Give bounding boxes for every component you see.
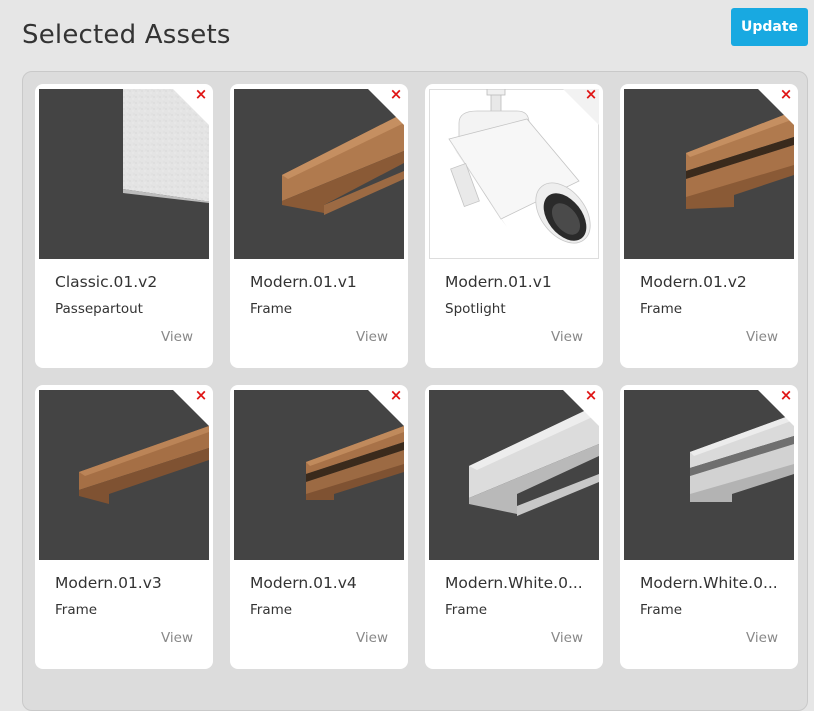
remove-asset-icon[interactable]: × [779,387,793,402]
selected-assets-panel: × Classic.01.v2 Passepartout View × Mode… [22,71,808,711]
asset-name: Classic.01.v2 [55,273,158,291]
asset-type: Frame [55,602,98,618]
asset-name: Modern.01.v1 [250,273,357,291]
asset-card: × Modern.01.v2 Frame View [620,84,798,368]
remove-asset-icon[interactable]: × [194,86,208,101]
asset-name: Modern.01.v1 [445,273,552,291]
remove-asset-icon[interactable]: × [584,86,598,101]
asset-type: Spotlight [445,301,506,317]
asset-thumbnail-frame [234,89,404,259]
asset-type: Passepartout [55,301,143,317]
remove-asset-icon[interactable]: × [779,86,793,101]
update-button[interactable]: Update [731,8,808,46]
asset-name: Modern.01.v2 [640,273,747,291]
asset-card: × Modern.01.v3 Frame View [35,385,213,669]
view-asset-link[interactable]: View [746,630,778,646]
asset-name: Modern.White.0... [640,574,778,592]
asset-thumbnail-frame [624,89,794,259]
remove-asset-icon[interactable]: × [389,387,403,402]
view-asset-link[interactable]: View [161,329,193,345]
asset-name: Modern.01.v4 [250,574,357,592]
asset-type: Frame [250,301,293,317]
view-asset-link[interactable]: View [746,329,778,345]
asset-card: × Modern.White.0... Frame View [425,385,603,669]
asset-type: Frame [640,602,683,618]
asset-thumbnail-frame [429,390,599,560]
asset-name: Modern.01.v3 [55,574,162,592]
asset-thumbnail-frame [39,390,209,560]
remove-asset-icon[interactable]: × [584,387,598,402]
view-asset-link[interactable]: View [356,630,388,646]
remove-asset-icon[interactable]: × [389,86,403,101]
view-asset-link[interactable]: View [551,630,583,646]
asset-thumbnail-frame [624,390,794,560]
asset-card: × Modern.01.v1 Frame View [230,84,408,368]
asset-card: × Modern.White.0... Frame View [620,385,798,669]
asset-thumbnail-spotlight [429,89,599,259]
asset-thumbnail-passepartout [39,89,209,259]
asset-card: × Modern.01.v4 Frame View [230,385,408,669]
view-asset-link[interactable]: View [551,329,583,345]
remove-asset-icon[interactable]: × [194,387,208,402]
asset-type: Frame [250,602,293,618]
asset-thumbnail-frame [234,390,404,560]
asset-card: × Modern.01.v1 Spotlight View [425,84,603,368]
asset-grid: × Classic.01.v2 Passepartout View × Mode… [35,84,798,669]
asset-type: Frame [445,602,488,618]
view-asset-link[interactable]: View [161,630,193,646]
page-title: Selected Assets [22,20,231,50]
asset-card: × Classic.01.v2 Passepartout View [35,84,213,368]
asset-name: Modern.White.0... [445,574,583,592]
asset-type: Frame [640,301,683,317]
view-asset-link[interactable]: View [356,329,388,345]
